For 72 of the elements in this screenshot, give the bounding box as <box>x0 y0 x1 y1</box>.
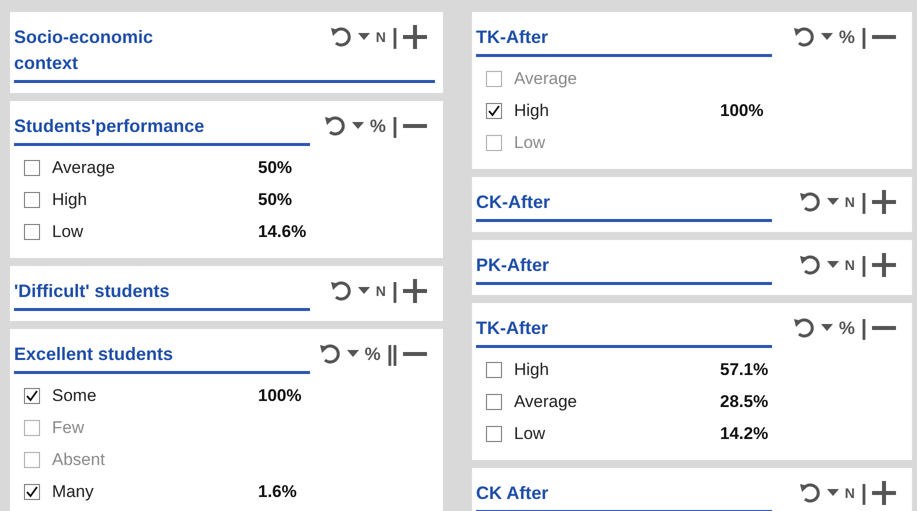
option-label[interactable]: Many <box>52 482 248 502</box>
separator-mark: | <box>392 113 397 140</box>
option-percent: 28.5% <box>720 392 770 412</box>
mode-toggle[interactable]: N <box>376 283 386 300</box>
panel-title: Excellent students <box>14 343 174 366</box>
undo-icon[interactable] <box>330 281 352 302</box>
caret-icon[interactable] <box>820 33 833 41</box>
checkbox[interactable] <box>24 160 40 176</box>
separator-mark: | <box>392 278 397 304</box>
checkbox[interactable] <box>486 362 502 378</box>
caret-icon[interactable] <box>826 489 839 498</box>
mode-toggle[interactable]: N <box>844 194 855 210</box>
undo-icon[interactable] <box>798 192 821 212</box>
undo-icon[interactable] <box>798 483 821 504</box>
checkbox[interactable] <box>486 103 502 120</box>
mode-toggle[interactable]: % <box>838 318 855 339</box>
option-label[interactable]: Low <box>514 424 710 444</box>
panel-title: PK-After <box>476 254 550 278</box>
checkbox[interactable] <box>486 426 502 442</box>
checkbox[interactable] <box>24 224 40 240</box>
undo-icon[interactable] <box>798 255 821 276</box>
checkbox[interactable] <box>24 192 40 208</box>
option-label[interactable]: Average <box>52 158 248 178</box>
caret-icon[interactable] <box>826 198 839 206</box>
caret-icon[interactable] <box>358 287 370 296</box>
separator-mark: | <box>860 24 866 50</box>
mode-toggle[interactable]: N <box>844 257 855 274</box>
option-percent: 50% <box>258 190 294 210</box>
undo-icon[interactable] <box>330 27 352 47</box>
option-percent: 14.6% <box>258 222 308 242</box>
panel-title: Socio-economic context <box>14 26 154 76</box>
caret-icon[interactable] <box>820 324 833 332</box>
panel-title: CK-After <box>476 191 551 214</box>
option-percent: 100% <box>258 386 302 406</box>
option-label[interactable]: High <box>52 190 248 210</box>
mode-toggle[interactable]: N <box>376 29 386 45</box>
option-label[interactable]: Low <box>52 222 248 242</box>
separator-mark: | <box>860 252 866 278</box>
option-label[interactable]: Average <box>514 392 710 412</box>
undo-icon[interactable] <box>792 27 815 47</box>
separator-mark: | <box>392 24 397 50</box>
panel-title: 'Difficult' students <box>14 280 171 304</box>
separator-mark: | <box>860 315 866 342</box>
option-percent: 50% <box>258 158 294 178</box>
option-label[interactable]: High <box>514 360 710 380</box>
panel-title: TK-After <box>476 317 549 340</box>
checkbox[interactable] <box>24 484 40 500</box>
caret-icon[interactable] <box>346 350 359 358</box>
separator-mark: | <box>860 189 866 216</box>
undo-icon[interactable] <box>792 318 815 338</box>
separator-mark: | <box>860 480 866 506</box>
mode-toggle[interactable]: N <box>844 485 855 502</box>
mode-toggle[interactable]: % <box>364 344 381 365</box>
mode-toggle[interactable]: % <box>370 116 386 137</box>
checkbox[interactable] <box>24 388 40 404</box>
panel-title: Students'performance <box>14 115 206 138</box>
checkbox[interactable] <box>486 394 502 410</box>
option-percent: 100% <box>720 101 764 122</box>
caret-icon[interactable] <box>358 33 370 41</box>
panel-title: CK After <box>476 482 550 506</box>
undo-icon[interactable] <box>324 116 346 136</box>
panel-title: TK-After <box>476 26 549 49</box>
mode-toggle[interactable]: % <box>838 26 855 48</box>
option-label[interactable]: High <box>514 101 710 122</box>
caret-icon[interactable] <box>352 122 364 130</box>
option-percent: 1.6% <box>258 482 298 502</box>
option-percent: 14.2% <box>720 424 770 444</box>
separator-mark: || <box>386 341 397 368</box>
option-label[interactable]: Some <box>52 386 248 406</box>
option-percent: 57.1% <box>720 360 770 380</box>
caret-icon[interactable] <box>826 261 839 270</box>
undo-icon[interactable] <box>318 344 341 364</box>
